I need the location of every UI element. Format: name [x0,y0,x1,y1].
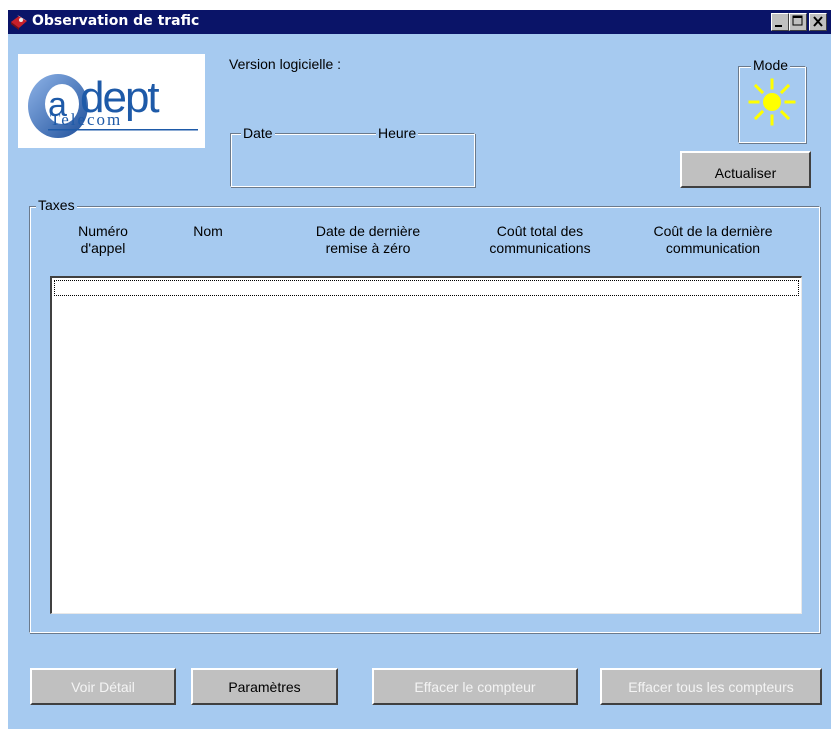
column-header-line1: Date de dernière [315,223,421,239]
close-icon [813,16,823,27]
list-item-focus[interactable] [54,280,799,296]
view-detail-button[interactable]: Voir Détail [30,668,176,705]
parameters-button[interactable]: Paramètres [191,668,338,705]
column-header-line1: Numéro [78,223,128,239]
taxes-group-label: Taxes [36,197,77,213]
view-detail-button-label: Voir Détail [71,678,135,695]
column-header-last-cost: Coût de la dernière communication [633,223,793,257]
column-header-line2: communication [665,240,761,256]
mode-label: Mode [751,57,791,73]
column-header-line1: Coût total des [496,223,584,239]
svg-text:Telecom: Telecom [50,110,122,129]
column-header-line2: communications [489,240,591,256]
parameters-button-label: Paramètres [228,678,301,695]
column-header-name: Nom [183,223,233,240]
app-icon[interactable] [10,13,28,31]
taxes-list[interactable] [50,276,802,614]
date-time-frame [230,133,475,187]
close-button[interactable] [809,13,827,31]
column-header-line2: d'appel [80,240,126,256]
clear-counter-button-label: Effacer le compteur [414,678,536,695]
sun-icon [748,74,796,130]
column-header-call-number: Numéro d'appel [63,223,143,257]
clear-all-counters-button[interactable]: Effacer tous les compteurs [600,668,822,705]
main-window: Observation de trafic a dept Telecom Ver… [8,10,831,729]
clear-all-counters-button-label: Effacer tous les compteurs [628,678,794,695]
column-header-line2: remise à zéro [325,240,411,256]
time-label: Heure [376,125,419,141]
column-header-line1: Coût de la dernière [653,223,773,239]
column-header-line1: Nom [193,223,223,239]
clear-counter-button[interactable]: Effacer le compteur [372,668,578,705]
minimize-button[interactable] [771,13,789,31]
column-header-reset-date: Date de dernière remise à zéro [298,223,438,257]
refresh-button-label: Actualiser [714,164,777,181]
title-bar[interactable]: Observation de trafic [8,10,831,34]
date-label: Date [241,125,275,141]
window-title: Observation de trafic [32,13,200,29]
software-version-label: Version logicielle : [229,56,342,72]
column-header-total-cost: Coût total des communications [470,223,610,257]
maximize-button[interactable] [789,13,807,31]
maximize-icon [792,15,803,26]
refresh-button[interactable]: Actualiser [680,151,811,188]
company-logo: a dept Telecom [18,54,205,148]
minimize-icon [775,25,782,27]
